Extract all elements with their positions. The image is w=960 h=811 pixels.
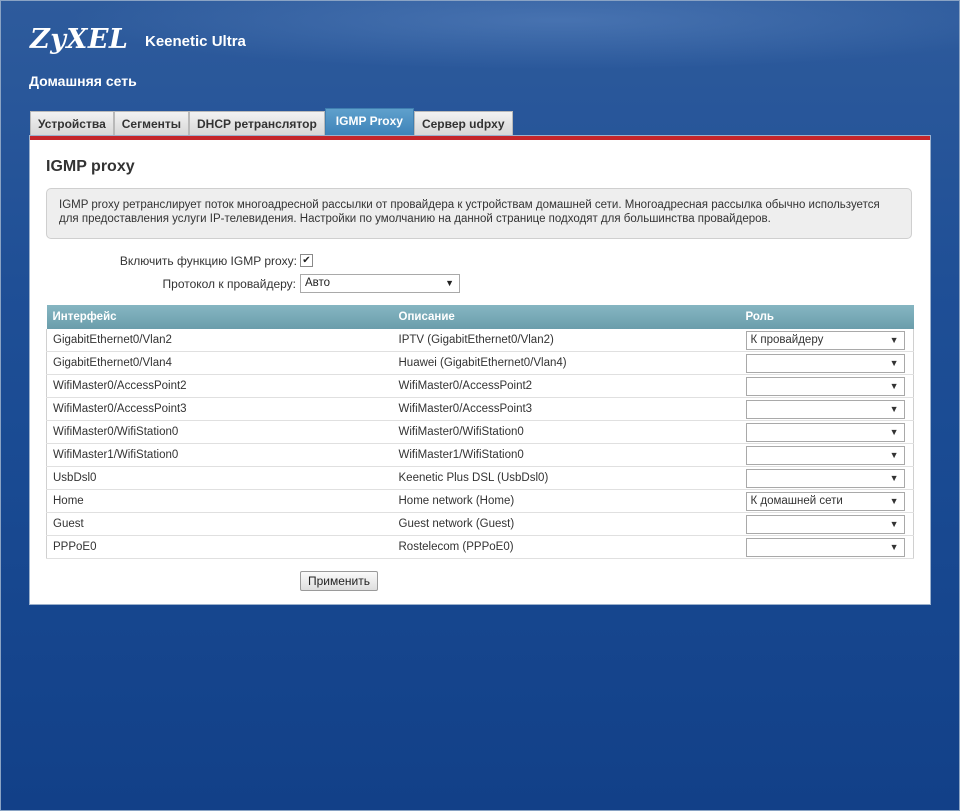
dropdown-arrow-icon: ▼ — [889, 380, 899, 391]
role-cell: ▼ — [739, 374, 914, 398]
panel-title: IGMP proxy — [46, 158, 135, 175]
enable-igmp-checkbox[interactable]: ✔ — [300, 254, 313, 267]
column-header-interface: Интерфейс — [46, 305, 393, 329]
zyxel-logo: ZyXEL — [30, 24, 129, 55]
role-cell: ▼ — [739, 420, 914, 444]
role-select[interactable]: ▼ — [745, 468, 905, 488]
tab-devices[interactable]: Устройства — [30, 111, 114, 136]
role-select[interactable]: К провайдеру ▼ — [745, 330, 905, 350]
interface-cell: PPPoE0 — [46, 535, 393, 559]
interface-cell: WifiMaster0/AccessPoint2 — [46, 374, 393, 398]
table-header-row: Интерфейс Описание Роль — [46, 305, 914, 329]
enable-label: Включить функцию IGMP proxy: — [119, 254, 297, 268]
dropdown-arrow-icon: ▼ — [445, 278, 454, 288]
device-model: Keenetic Ultra — [145, 33, 246, 50]
interfaces-table: Интерфейс Описание Роль GigabitEthernet0… — [46, 305, 914, 559]
role-cell: ▼ — [739, 443, 914, 467]
interface-cell: WifiMaster0/WifiStation0 — [46, 420, 393, 444]
interface-cell: GigabitEthernet0/Vlan4 — [46, 351, 393, 375]
apply-button[interactable]: Применить — [300, 571, 378, 591]
role-select[interactable]: ▼ — [745, 353, 905, 373]
table-row: WifiMaster0/AccessPoint3 WifiMaster0/Acce… — [46, 397, 914, 421]
dropdown-arrow-icon: ▼ — [889, 449, 899, 460]
tab-udpxy-server[interactable]: Сервер udpxy — [413, 111, 513, 136]
info-box: IGMP proxy ретранслирует поток многоадре… — [46, 188, 912, 239]
description-cell: WifiMaster0/WifiStation0 — [392, 420, 740, 444]
description-cell: Huawei (GigabitEthernet0/Vlan4) — [392, 351, 740, 375]
description-cell: IPTV (GigabitEthernet0/Vlan2) — [392, 329, 740, 352]
interface-cell: GigabitEthernet0/Vlan2 — [46, 329, 393, 352]
igmp-proxy-panel: IGMP proxy IGMP proxy ретранслирует пото… — [30, 136, 930, 604]
table-row: UsbDsl0 Keenetic Plus DSL (UsbDsl0) ▼ — [46, 466, 914, 490]
table-row: GigabitEthernet0/Vlan2 IPTV (GigabitEther… — [46, 329, 914, 352]
table-row: GigabitEthernet0/Vlan4 Huawei (GigabitEth… — [46, 351, 914, 375]
checkmark-icon: ✔ — [302, 255, 311, 266]
protocol-value: Авто — [305, 277, 331, 289]
tab-dhcp-relay[interactable]: DHCP ретранслятор — [189, 111, 325, 136]
description-cell: Guest network (Guest) — [392, 512, 740, 536]
interface-cell: WifiMaster0/AccessPoint3 — [46, 397, 393, 421]
description-cell: Keenetic Plus DSL (UsbDsl0) — [392, 466, 740, 490]
description-cell: WifiMaster1/WifiStation0 — [392, 443, 740, 467]
role-value: К домашней сети — [750, 494, 843, 507]
role-cell: ▼ — [739, 535, 914, 559]
table-row: WifiMaster1/WifiStation0 WifiMaster1/Wifi… — [46, 443, 914, 467]
interface-cell: Home — [46, 489, 393, 513]
dropdown-arrow-icon: ▼ — [889, 495, 899, 506]
dropdown-arrow-icon: ▼ — [889, 541, 899, 552]
protocol-select[interactable]: Авто ▼ — [300, 274, 460, 293]
role-select[interactable]: ▼ — [745, 514, 905, 534]
role-value: К провайдеру — [750, 333, 824, 346]
interface-cell: WifiMaster1/WifiStation0 — [46, 443, 393, 467]
table-row: Home Home network (Home) К домашней сети ▼ — [46, 489, 914, 513]
role-select[interactable]: ▼ — [745, 537, 905, 557]
dropdown-arrow-icon: ▼ — [889, 426, 899, 437]
role-cell: К провайдеру ▼ — [739, 329, 914, 352]
role-cell: ▼ — [739, 512, 914, 536]
protocol-label: Протокол к провайдеру: — [162, 277, 296, 291]
dropdown-arrow-icon: ▼ — [889, 334, 899, 345]
role-cell: ▼ — [739, 466, 914, 490]
table-row: WifiMaster0/WifiStation0 WifiMaster0/Wifi… — [46, 420, 914, 444]
interface-cell: Guest — [46, 512, 393, 536]
interface-cell: UsbDsl0 — [46, 466, 393, 490]
description-cell: Home network (Home) — [392, 489, 740, 513]
table-row: Guest Guest network (Guest) ▼ — [46, 512, 914, 536]
description-cell: Rostelecom (PPPoE0) — [392, 535, 740, 559]
dropdown-arrow-icon: ▼ — [889, 357, 899, 368]
table-row: PPPoE0 Rostelecom (PPPoE0) ▼ — [46, 535, 914, 559]
role-cell: ▼ — [739, 397, 914, 421]
tab-bar: Устройства Сегменты DHCP ретранслятор IG… — [30, 108, 513, 136]
column-header-role: Роль — [739, 305, 914, 329]
tab-igmp-proxy[interactable]: IGMP Proxy — [324, 108, 414, 136]
role-select[interactable]: ▼ — [745, 376, 905, 396]
role-select[interactable]: ▼ — [745, 422, 905, 442]
section-title: Домашняя сеть — [29, 73, 137, 89]
role-cell: ▼ — [739, 351, 914, 375]
protocol-row: Протокол к провайдеру: Авто ▼ — [30, 274, 470, 294]
dropdown-arrow-icon: ▼ — [889, 518, 899, 529]
description-cell: WifiMaster0/AccessPoint2 — [392, 374, 740, 398]
role-select[interactable]: ▼ — [745, 445, 905, 465]
tab-segments[interactable]: Сегменты — [113, 111, 190, 136]
dropdown-arrow-icon: ▼ — [889, 403, 899, 414]
column-header-description: Описание — [392, 305, 740, 329]
role-cell: К домашней сети ▼ — [739, 489, 914, 513]
role-select[interactable]: К домашней сети ▼ — [745, 491, 905, 511]
description-cell: WifiMaster0/AccessPoint3 — [392, 397, 740, 421]
table-row: WifiMaster0/AccessPoint2 WifiMaster0/Acce… — [46, 374, 914, 398]
role-select[interactable]: ▼ — [745, 399, 905, 419]
dropdown-arrow-icon: ▼ — [889, 472, 899, 483]
enable-row: Включить функцию IGMP proxy: ✔ — [30, 253, 330, 269]
